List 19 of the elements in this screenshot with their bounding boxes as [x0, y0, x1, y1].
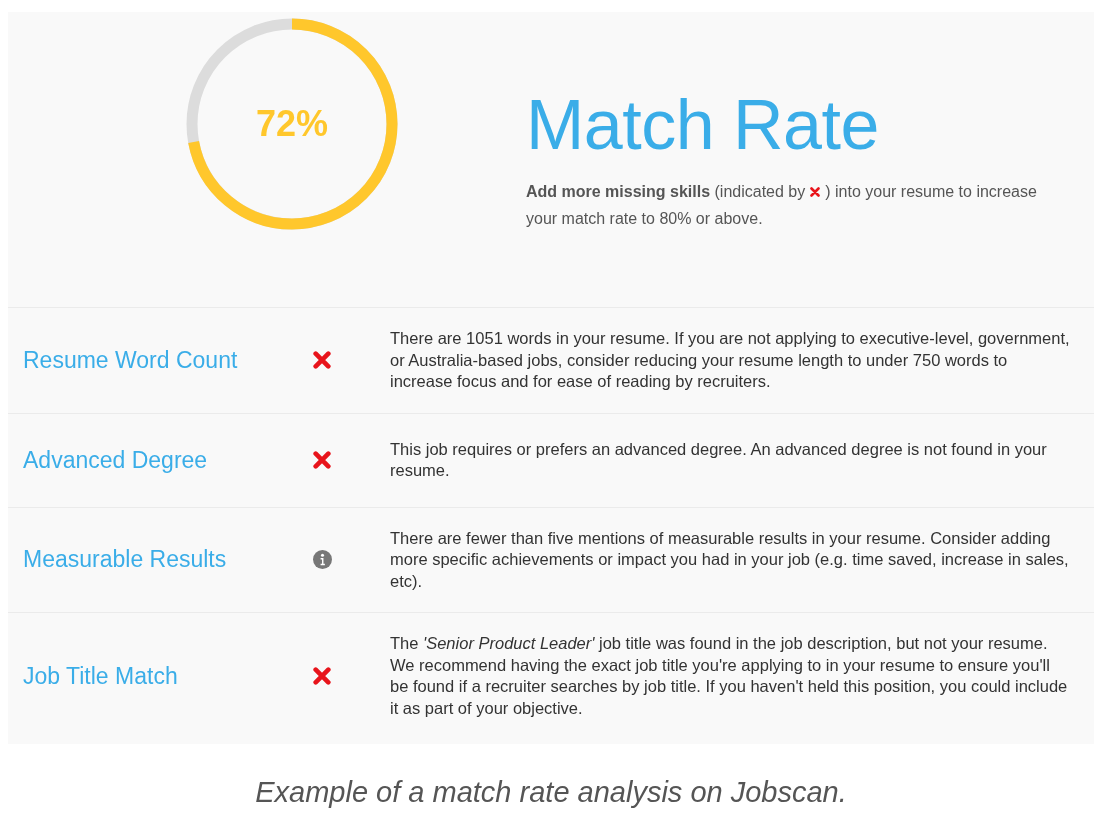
- check-description: There are 1051 words in your resume. If you are not applying to executive-level, government, or Australia-based jobs, consider reducing your resume length to under 750 words to increase focus and for ease of reading by recruiters.: [390, 328, 1070, 392]
- cross-icon: [313, 451, 331, 469]
- cross-icon: [810, 186, 821, 197]
- cross-icon: [313, 351, 331, 370]
- hint-text: your match rate to 80% or above.: [526, 209, 764, 229]
- hint-text: Add more missing skills (indicated by: [526, 182, 806, 202]
- hint-text: ) into your resume to increase: [825, 182, 1037, 202]
- page-title: Match Rate: [526, 90, 880, 160]
- check-title: Measurable Results: [23, 546, 227, 574]
- info-icon: [313, 550, 332, 570]
- check-description: This job requires or prefers an advanced degree. An advanced degree is not found in your resume.: [390, 438, 1048, 481]
- match-percentage: 72%: [255, 103, 329, 145]
- image-caption: Example of a match rate analysis on Jobscan.: [255, 776, 847, 809]
- check-title: Advanced Degree: [23, 446, 208, 474]
- check-title: Job Title Match: [23, 662, 178, 690]
- check-description: There are fewer than five mentions of measurable results in your resume. Consider adding more specific achievements or impact you had in your job (e.g. time saved, increase in sales, etc).: [390, 527, 1070, 592]
- cross-icon: [313, 667, 331, 685]
- check-description: The 'Senior Product Leader' job title was found in the job description, but not your resume. We recommend having the exact job title you're applying to in your resume to ensure you'll be found if a recruiter searches by job title. If you haven't held this position, you could include it as part of your objective.: [390, 633, 1069, 719]
- check-title: Resume Word Count: [23, 346, 238, 374]
